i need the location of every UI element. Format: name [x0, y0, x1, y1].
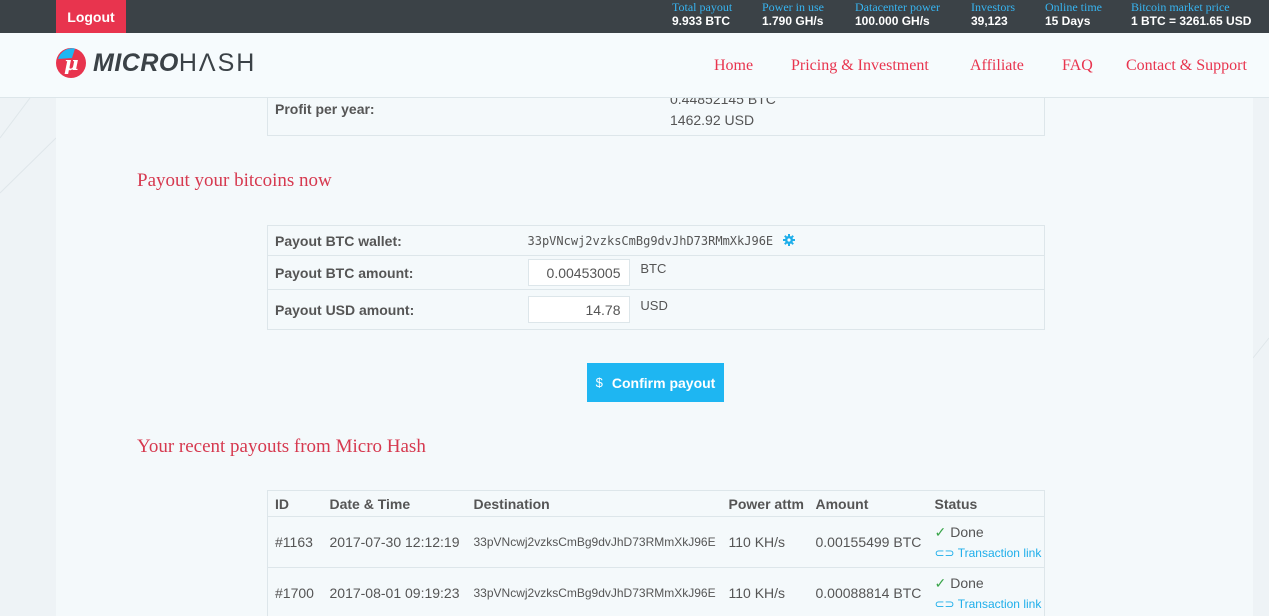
payout-btc-label: Payout BTC amount:: [267, 255, 528, 290]
stat-label: Power in use: [762, 0, 824, 14]
status-text: Done: [950, 524, 984, 540]
confirm-payout-label: Confirm payout: [611, 374, 716, 391]
payout-usd-row: Payout USD amount: USD: [267, 289, 1045, 330]
stat-label: Bitcoin market price: [1131, 0, 1230, 14]
payout-usd-label: Payout USD amount:: [267, 289, 528, 330]
payout-id: #1163: [267, 516, 323, 568]
status-done: ✓ Done: [935, 575, 1045, 592]
payout-amount: 0.00088814 BTC: [808, 567, 928, 616]
check-icon: ✓: [934, 524, 947, 540]
profit-box: Profit per year: 0.44852145 BTC 1462.92 …: [267, 98, 1045, 136]
logo-light-text: HΛSH: [178, 48, 257, 77]
nav-contact-support[interactable]: Contact & Support: [1126, 57, 1247, 75]
stat-total-payout: Total payout 9.933 BTC: [672, 1, 732, 29]
stat-value: 1 BTC = 3261.65 USD: [1131, 14, 1252, 28]
payout-destination: 33pVNcwj2vzksCmBg9dvJhD73RMmXkJ96E: [466, 567, 722, 616]
stat-value: 15 Days: [1045, 14, 1091, 28]
gear-icon[interactable]: [783, 233, 796, 249]
stat-value: 39,123: [971, 14, 1008, 28]
nav-affiliate[interactable]: Affiliate: [970, 57, 1024, 75]
site-logo[interactable]: μ MICROHΛSH: [55, 47, 256, 79]
payout-btc-row: Payout BTC amount: BTC: [267, 255, 1045, 290]
profit-btc: 0.44852145 BTC: [670, 98, 776, 107]
column-header-id: ID: [267, 490, 323, 517]
payout-usd-input[interactable]: [527, 296, 630, 323]
payout-btc-unit: BTC: [640, 261, 667, 276]
transaction-link[interactable]: ⊂⊃ Transaction link: [935, 546, 1045, 560]
payout-destination: 33pVNcwj2vzksCmBg9dvJhD73RMmXkJ96E: [466, 516, 722, 568]
payout-amount: 0.00155499 BTC: [808, 516, 928, 568]
payout-wallet-row: Payout BTC wallet: 33pVNcwj2vzksCmBg9dvJ…: [268, 226, 1045, 256]
payout-form-table: Payout BTC wallet: 33pVNcwj2vzksCmBg9dvJ…: [267, 225, 1045, 330]
recent-payouts-title: Your recent payouts from Micro Hash: [137, 436, 426, 457]
stat-value: 100.000 GH/s: [855, 14, 930, 28]
check-icon: ✓: [934, 575, 947, 591]
stat-investors: Investors 39,123: [971, 1, 1015, 29]
table-header-row: ID Date & Time Destination Power attm Am…: [267, 490, 1045, 517]
payout-btc-cell: BTC: [527, 255, 1045, 290]
payout-btc-input[interactable]: [527, 259, 630, 286]
stat-label: Datacenter power: [855, 0, 940, 14]
recent-payouts-table: ID Date & Time Destination Power attm Am…: [267, 490, 1045, 616]
logo-mu: μ: [64, 50, 79, 75]
payout-power: 110 KH/s: [721, 516, 809, 568]
status-done: ✓ Done: [935, 524, 1045, 541]
payout-usd-unit: USD: [640, 298, 668, 313]
site-header: μ MICROHΛSH Home Pricing & Investment Af…: [0, 33, 1269, 98]
profit-usd: 1462.92 USD: [670, 112, 755, 128]
payout-id: #1700: [267, 567, 323, 616]
payout-wallet-value: 33pVNcwj2vzksCmBg9dvJhD73RMmXkJ96E: [527, 233, 774, 248]
column-header-amount: Amount: [808, 490, 928, 517]
stat-power-in-use: Power in use 1.790 GH/s: [762, 1, 824, 29]
table-row: #1163 2017-07-30 12:12:19 33pVNcwj2vzksC…: [267, 516, 1045, 568]
stat-value: 9.933 BTC: [672, 14, 731, 28]
logout-button[interactable]: Logout: [56, 0, 126, 33]
transaction-link-label: Transaction link: [957, 546, 1042, 560]
confirm-payout-button[interactable]: $ Confirm payout: [587, 363, 724, 402]
stat-label: Total payout: [672, 0, 733, 14]
transaction-link[interactable]: ⊂⊃ Transaction link: [935, 597, 1045, 611]
payout-usd-cell: USD: [527, 289, 1045, 330]
payout-power: 110 KH/s: [721, 567, 809, 616]
logo-mark-icon: μ: [55, 47, 88, 80]
stat-label: Online time: [1045, 0, 1102, 14]
payout-status-cell: ✓ Done ⊂⊃ Transaction link: [927, 567, 1045, 616]
payout-section-title: Payout your bitcoins now: [137, 170, 332, 191]
stat-value: 1.790 GH/s: [762, 14, 824, 28]
top-bar: Logout Total payout 9.933 BTC Power in u…: [0, 0, 1269, 33]
transaction-link-label: Transaction link: [957, 597, 1042, 611]
table-row: #1700 2017-08-01 09:19:23 33pVNcwj2vzksC…: [267, 567, 1045, 616]
column-header-status: Status: [927, 490, 1045, 517]
link-icon: ⊂⊃: [934, 546, 958, 560]
payout-datetime: 2017-07-30 12:12:19: [322, 516, 467, 568]
link-icon: ⊂⊃: [934, 597, 958, 611]
stat-datacenter-power: Datacenter power 100.000 GH/s: [855, 1, 940, 29]
payout-wallet-label: Payout BTC wallet:: [275, 232, 402, 249]
payout-datetime: 2017-08-01 09:19:23: [322, 567, 467, 616]
stat-bitcoin-price: Bitcoin market price 1 BTC = 3261.65 USD: [1131, 1, 1251, 29]
stat-online-time: Online time 15 Days: [1045, 1, 1102, 29]
payout-wallet-cell: 33pVNcwj2vzksCmBg9dvJhD73RMmXkJ96E: [528, 226, 1045, 256]
profit-label: Profit per year:: [275, 101, 375, 117]
logo-wordmark: MICROHΛSH: [93, 49, 256, 78]
nav-home[interactable]: Home: [714, 57, 753, 75]
column-header-datetime: Date & Time: [322, 490, 467, 517]
dollar-icon: $: [595, 375, 603, 390]
stat-label: Investors: [971, 0, 1015, 14]
column-header-destination: Destination: [466, 490, 722, 517]
status-text: Done: [950, 575, 984, 591]
nav-pricing-investment[interactable]: Pricing & Investment: [791, 57, 929, 75]
nav-faq[interactable]: FAQ: [1062, 57, 1093, 75]
column-header-power: Power attm: [721, 490, 809, 517]
payout-status-cell: ✓ Done ⊂⊃ Transaction link: [927, 516, 1045, 568]
logo-bold-text: MICRO: [93, 48, 179, 77]
